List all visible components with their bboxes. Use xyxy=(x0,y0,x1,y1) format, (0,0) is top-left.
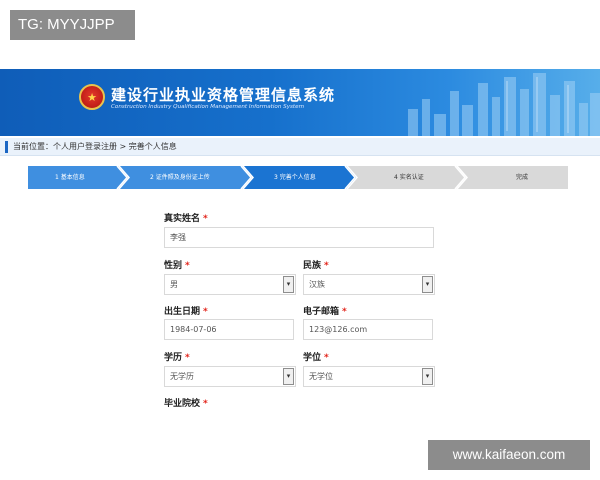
breadcrumb-text: 当前位置：个人用户登录注册 > 完善个人信息 xyxy=(13,142,177,151)
chevron-down-icon[interactable]: ▾ xyxy=(283,368,294,385)
education-select[interactable]: 无学历 ▾ xyxy=(164,366,296,387)
required-mark: * xyxy=(342,307,347,317)
skyline-graphic xyxy=(408,73,600,136)
ethnicity-select[interactable]: 汉族 ▾ xyxy=(303,274,435,295)
name-label: 真实姓名 * xyxy=(164,214,208,224)
tg-badge: TG: MYYJJPP xyxy=(10,10,135,40)
step-5-shape xyxy=(458,166,568,189)
education-select-value: 无学历 xyxy=(170,372,194,381)
gender-select-value: 男 xyxy=(170,280,178,289)
watermark: www.kaifaeon.com xyxy=(428,440,590,470)
step-5-label: 完成 xyxy=(516,174,529,181)
required-mark: * xyxy=(185,353,190,363)
required-mark: * xyxy=(324,353,329,363)
required-mark: * xyxy=(203,399,208,409)
required-mark: * xyxy=(203,307,208,317)
gender-label: 性别 * xyxy=(164,261,190,271)
page-subtitle: Construction Industry Qualification Mana… xyxy=(111,104,305,110)
email-input[interactable]: 123@126.com xyxy=(303,319,433,340)
degree-select-value: 无学位 xyxy=(309,372,333,381)
step-4-label: 4 实名认证 xyxy=(394,174,424,181)
ethnicity-select-value: 汉族 xyxy=(309,280,325,289)
chevron-down-icon[interactable]: ▾ xyxy=(422,276,433,293)
chevron-down-icon[interactable]: ▾ xyxy=(422,368,433,385)
ethnicity-label: 民族 * xyxy=(303,261,329,271)
breadcrumb-marker xyxy=(5,141,8,153)
chevron-down-icon[interactable]: ▾ xyxy=(283,276,294,293)
step-3-label: 3 完善个人信息 xyxy=(274,174,316,181)
page-title: 建设行业执业资格管理信息系统 xyxy=(111,86,336,104)
birthdate-label: 出生日期 * xyxy=(164,307,208,317)
degree-select[interactable]: 无学位 ▾ xyxy=(303,366,435,387)
required-mark: * xyxy=(185,261,190,271)
required-mark: * xyxy=(324,261,329,271)
step-2-label: 2 证件照及身份证上传 xyxy=(150,174,210,181)
required-mark: * xyxy=(203,214,208,224)
national-emblem-icon: ★ xyxy=(79,84,105,110)
school-label: 毕业院校 * xyxy=(164,399,208,409)
name-input[interactable]: 李强 xyxy=(164,227,434,248)
birthdate-input[interactable]: 1984-07-06 xyxy=(164,319,294,340)
step-1-label: 1 基本信息 xyxy=(55,174,85,181)
degree-label: 学位 * xyxy=(303,353,329,363)
gender-select[interactable]: 男 ▾ xyxy=(164,274,296,295)
email-label: 电子邮箱 * xyxy=(303,307,347,317)
education-label: 学历 * xyxy=(164,353,190,363)
